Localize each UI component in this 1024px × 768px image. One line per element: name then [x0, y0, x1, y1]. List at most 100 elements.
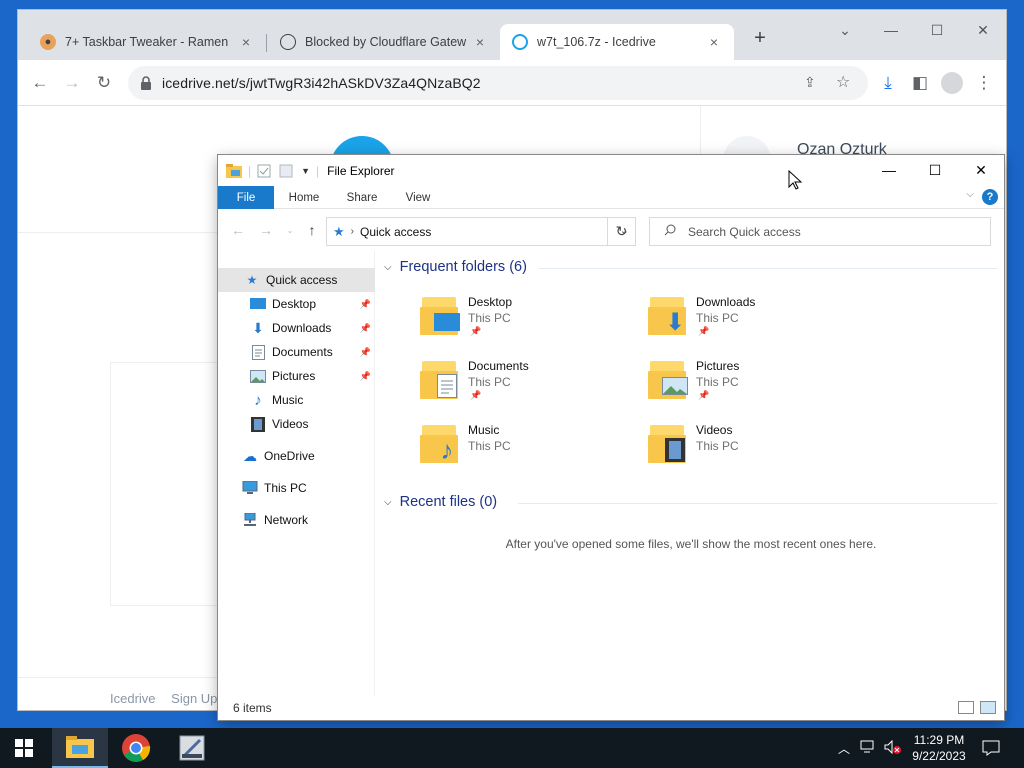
window-title: File Explorer	[327, 163, 395, 178]
browser-maximize-button[interactable]: ☐	[914, 16, 960, 44]
tab-search-icon[interactable]: ⌄	[822, 16, 868, 44]
taskbar-file-explorer[interactable]	[52, 728, 108, 768]
folder-tile-documents[interactable]: Documents This PC 📌	[420, 357, 630, 413]
folder-tile-desktop[interactable]: Desktop This PC 📌	[420, 293, 630, 349]
folder-tile-downloads[interactable]: ⬇ Downloads This PC 📌	[648, 293, 858, 349]
taskbar: ︿ 11:29 PM 9/22/2023	[0, 728, 1024, 768]
nav-item-network[interactable]: Network	[218, 508, 375, 532]
explorer-maximize-button[interactable]: ☐	[912, 155, 958, 185]
folder-name: Downloads	[696, 295, 756, 309]
expand-ribbon-chevron-icon[interactable]: ⌵	[966, 189, 974, 200]
action-center-icon[interactable]	[982, 728, 1000, 768]
desktop-icon	[250, 296, 266, 312]
show-hidden-icons-chevron-icon[interactable]: ︿	[838, 740, 850, 757]
nav-item-documents[interactable]: Documents 📌	[218, 340, 375, 364]
ribbon-tab-share[interactable]: Share	[338, 186, 386, 209]
up-arrow-icon[interactable]: ↑	[302, 222, 322, 238]
breadcrumb-chevron-icon: ›	[350, 226, 354, 237]
ribbon-tab-home[interactable]: Home	[280, 186, 328, 209]
videos-folder-icon	[648, 421, 688, 465]
details-view-icon[interactable]	[958, 701, 974, 714]
computer-icon	[242, 480, 258, 496]
ribbon-tab-view[interactable]: View	[394, 186, 442, 209]
quick-access-toolbar: | ▼ |	[218, 163, 319, 178]
pin-icon: 📌	[470, 326, 482, 336]
back-arrow-icon[interactable]: ←	[228, 222, 248, 238]
reload-button[interactable]: ↻	[92, 71, 116, 95]
nav-item-music[interactable]: ♪ Music	[218, 388, 375, 412]
group-title: Recent files (0)	[399, 494, 498, 510]
profile-icon[interactable]	[940, 71, 964, 95]
forward-button[interactable]: →	[60, 71, 84, 95]
recent-locations-chevron-icon[interactable]: ⌄	[280, 226, 300, 235]
lock-icon	[140, 76, 152, 90]
folder-tile-pictures[interactable]: Pictures This PC 📌	[648, 357, 858, 413]
taskbar-taskbar-tweaker[interactable]	[164, 728, 220, 768]
explorer-minimize-button[interactable]: —	[866, 155, 912, 185]
network-status-icon[interactable]	[860, 740, 876, 757]
tab-title: Blocked by Cloudflare Gateway	[305, 35, 466, 49]
side-panel-icon[interactable]: ◧	[908, 71, 932, 95]
forward-arrow-icon[interactable]: →	[256, 222, 276, 238]
nav-item-quick-access[interactable]: ★ Quick access	[218, 268, 375, 292]
collapse-chevron-icon: ⌵	[384, 496, 392, 508]
explorer-close-button[interactable]: ✕	[958, 155, 1004, 185]
tab-close-icon[interactable]: ×	[706, 34, 722, 50]
pin-icon: 📌	[359, 322, 371, 333]
frequent-folders-header[interactable]: ⌵ Frequent folders (6)	[384, 259, 527, 275]
nav-label: Documents	[272, 345, 333, 359]
explorer-title-bar[interactable]: | ▼ | File Explorer — ☐ ✕	[218, 155, 1004, 186]
desktop-folder-icon	[420, 293, 460, 337]
browser-minimize-button[interactable]: —	[868, 16, 914, 44]
ribbon-tab-file[interactable]: File	[218, 186, 274, 209]
footer-link-icedrive[interactable]: Icedrive	[110, 691, 156, 706]
browser-tab-icedrive[interactable]: w7t_106.7z - Icedrive ×	[500, 24, 734, 60]
system-clock[interactable]: 11:29 PM 9/22/2023	[906, 732, 972, 764]
nav-item-pictures[interactable]: Pictures 📌	[218, 364, 375, 388]
film-icon	[250, 416, 266, 432]
icedrive-favicon-icon	[512, 34, 528, 50]
download-icon[interactable]: ⤓	[876, 71, 900, 95]
folder-tile-videos[interactable]: Videos This PC	[648, 421, 858, 477]
footer-link-signup[interactable]: Sign Up	[171, 691, 217, 706]
large-icons-view-icon[interactable]	[980, 701, 996, 714]
qat-separator: |	[248, 163, 252, 178]
nav-item-desktop[interactable]: Desktop 📌	[218, 292, 375, 316]
folder-location: This PC	[468, 439, 511, 453]
tab-close-icon[interactable]: ×	[472, 34, 488, 50]
nav-item-videos[interactable]: Videos	[218, 412, 375, 436]
folder-location: This PC	[468, 311, 511, 325]
bookmark-star-icon[interactable]: ☆	[836, 72, 850, 92]
pin-icon: 📌	[359, 298, 371, 309]
new-folder-icon[interactable]	[279, 164, 295, 178]
properties-icon[interactable]	[257, 164, 273, 178]
folder-location: This PC	[468, 375, 511, 389]
browser-close-button[interactable]: ✕	[960, 16, 1006, 44]
refresh-button[interactable]: ↻	[607, 217, 636, 246]
browser-menu-icon[interactable]: ⋮	[972, 71, 996, 95]
share-icon[interactable]: ⇪	[804, 74, 816, 91]
search-input[interactable]: Search Quick access	[649, 217, 991, 246]
browser-tab-taskbar-tweaker[interactable]: ● 7+ Taskbar Tweaker - Ramen Sof ×	[28, 24, 266, 60]
back-button[interactable]: ←	[28, 71, 52, 95]
address-bar[interactable]: icedrive.net/s/jwtTwgR3i42hASkDV3Za4QNza…	[128, 66, 868, 100]
nav-item-this-pc[interactable]: This PC	[218, 476, 375, 500]
browser-tab-cloudflare[interactable]: Blocked by Cloudflare Gateway ×	[268, 24, 500, 60]
new-tab-button[interactable]: +	[748, 27, 772, 50]
tab-title: 7+ Taskbar Tweaker - Ramen Sof	[65, 35, 232, 49]
tab-close-icon[interactable]: ×	[238, 34, 254, 50]
recent-files-header[interactable]: ⌵ Recent files (0)	[384, 494, 497, 510]
ramen-favicon-icon: ●	[40, 34, 56, 50]
tweaker-app-icon	[179, 735, 205, 761]
address-bar[interactable]: ★ › Quick access ⌄	[326, 217, 636, 246]
help-button[interactable]: ?	[982, 189, 998, 205]
folder-tile-music[interactable]: ♪ Music This PC	[420, 421, 630, 477]
nav-item-onedrive[interactable]: ☁ OneDrive	[218, 444, 375, 468]
nav-item-downloads[interactable]: ⬇ Downloads 📌	[218, 316, 375, 340]
volume-muted-icon[interactable]	[884, 739, 902, 757]
breadcrumb[interactable]: Quick access	[360, 225, 431, 239]
customize-qat-chevron-icon[interactable]: ▼	[301, 166, 310, 176]
taskbar-chrome[interactable]	[108, 728, 164, 768]
start-button[interactable]	[0, 728, 48, 768]
folder-name: Videos	[696, 423, 733, 437]
